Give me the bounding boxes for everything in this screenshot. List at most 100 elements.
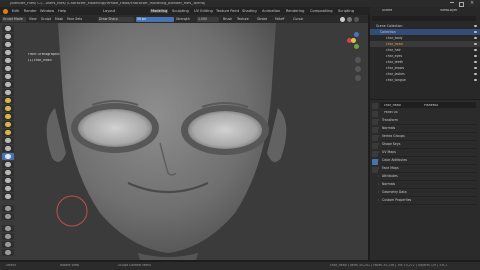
status-bar: Select Rotate View Sculpt Context Menu c… [0,262,480,270]
outliner-row[interactable]: char_tongue [370,77,480,83]
face-sets-menu[interactable]: Face Sets [66,17,83,22]
mask-menu[interactable]: Mask [54,17,64,22]
menu-window[interactable]: Window [40,9,54,13]
draw-brush-icon[interactable] [2,25,14,32]
strength-field[interactable]: 1.000 [197,17,219,22]
radius-field[interactable]: 50 px [136,17,174,22]
tab-scripting[interactable]: Scripting [338,9,354,13]
window-title: [Blender_Files/ C:/...users_files/ /Char… [10,1,206,5]
crease-brush-icon[interactable] [2,89,14,96]
brush-select[interactable]: Draw Sharp [98,17,134,22]
menu-help[interactable]: Help [58,9,66,13]
tab-texture-paint[interactable]: Texture Paint [216,9,239,13]
section-transform[interactable]: › Transform [378,117,477,125]
tab-sculpting[interactable]: Sculpting [172,9,189,13]
minimize-icon[interactable] [450,2,454,3]
output-tab-icon[interactable] [372,119,378,125]
tab-modeling[interactable]: Modeling [150,9,169,14]
view-menu[interactable]: View [28,17,38,22]
section-geometry-data[interactable]: › Geometry Data [378,189,477,197]
modifier-tab-icon[interactable] [372,151,378,157]
flatten-brush-icon[interactable] [2,105,14,112]
sculpt-menu[interactable]: Sculpt [40,17,52,22]
tab-layout[interactable]: Layout [103,9,115,13]
multiplane-scrape-brush-icon[interactable] [2,129,14,136]
scene-tab-icon[interactable] [372,127,378,133]
pinch-brush-icon[interactable] [2,137,14,144]
mode-select[interactable]: Sculpt Mode [2,17,26,22]
box-mask-icon[interactable] [2,213,14,220]
close-icon[interactable]: × [470,0,474,6]
tab-compositing[interactable]: Compositing [310,9,333,13]
tool-tab-icon[interactable] [372,103,378,109]
menu-edit[interactable]: Edit [12,9,19,13]
mask-brush-icon[interactable] [2,205,14,212]
shading-rendered-icon[interactable] [354,17,359,22]
outliner-panel: Scene ViewLayer Scene Collection Collect… [370,7,480,99]
section-uv-maps[interactable]: › UV Maps [378,149,477,157]
section-vertex-groups[interactable]: › Vertex Groups [378,133,477,141]
sculpt-model [0,23,368,260]
gizmo-y-axis-icon[interactable] [354,44,359,49]
object-label: (1) char_head [28,59,52,62]
nudge-brush-icon[interactable] [2,177,14,184]
snake-hook-brush-icon[interactable] [2,153,14,160]
fill-brush-icon[interactable] [2,113,14,120]
texture-menu[interactable]: Texture [236,17,250,22]
outliner-search-input[interactable] [372,16,476,21]
section-custom-properties[interactable]: › Custom Properties [378,197,477,205]
left-eye-socket [78,109,152,147]
blob-brush-icon[interactable] [2,81,14,88]
object-tab-icon[interactable] [372,143,378,149]
status-stats: char_head | Verts 35,241 | Faces 35,136 … [330,264,448,267]
tab-uv-editing[interactable]: UV Editing [194,9,213,13]
maximize-icon[interactable] [459,1,464,7]
outliner-view-layer[interactable]: ViewLayer [440,9,458,12]
draw-sharp-brush-icon[interactable] [2,33,14,40]
blender-logo-icon[interactable] [3,8,8,14]
world-tab-icon[interactable] [372,135,378,141]
slide-relax-brush-icon[interactable] [2,193,14,200]
layer-brush-icon[interactable] [2,65,14,72]
gizmo-center-icon[interactable] [351,38,356,43]
shading-solid-icon[interactable] [340,17,345,22]
render-tab-icon[interactable] [372,111,378,117]
thumb-brush-icon[interactable] [2,161,14,168]
inflate-brush-icon[interactable] [2,73,14,80]
scrape-brush-icon[interactable] [2,121,14,128]
annotate-tool-icon[interactable] [2,249,14,256]
rotate-brush-icon[interactable] [2,185,14,192]
tab-rendering[interactable]: Rendering [286,9,304,13]
rotate-tool-icon[interactable] [2,233,14,240]
smooth-brush-icon[interactable] [2,97,14,104]
gizmo-z-axis-icon[interactable] [354,32,359,37]
move-tool-icon[interactable] [2,225,14,232]
section-face-maps[interactable]: › Face Maps [378,165,477,173]
section-normals[interactable]: › Normals [378,125,477,133]
section-color-attributes[interactable]: › Color Attributes [378,157,477,165]
pose-brush-icon[interactable] [2,169,14,176]
tab-shading[interactable]: Shading [242,9,257,13]
pan-icon[interactable] [355,66,361,72]
clay-thumb-brush-icon[interactable] [2,57,14,64]
cursor-menu[interactable]: Cursor [292,17,304,22]
section-normals-2[interactable]: › Normals [378,181,477,189]
camera-icon[interactable] [355,75,361,81]
scale-tool-icon[interactable] [2,241,14,248]
section-shape-keys[interactable]: › Shape Keys [378,141,477,149]
tab-animation[interactable]: Animation [262,9,280,13]
mesh-data-tab-icon[interactable] [372,159,378,165]
shading-material-icon[interactable] [347,17,352,22]
clay-strips-brush-icon[interactable] [2,49,14,56]
section-attributes[interactable]: › Attributes [378,173,477,181]
grab-brush-icon[interactable] [2,145,14,152]
3d-viewport[interactable]: Front Orthographic (1) char_head [0,23,368,260]
outliner-scene[interactable]: Scene [382,9,392,12]
falloff-menu[interactable]: Falloff [274,17,285,22]
material-tab-icon[interactable] [372,167,378,173]
menu-render[interactable]: Render [24,9,37,13]
stroke-menu[interactable]: Stroke [256,17,268,22]
zoom-icon[interactable] [355,57,361,63]
brush-menu[interactable]: Brush [222,17,233,22]
clay-brush-icon[interactable] [2,41,14,48]
